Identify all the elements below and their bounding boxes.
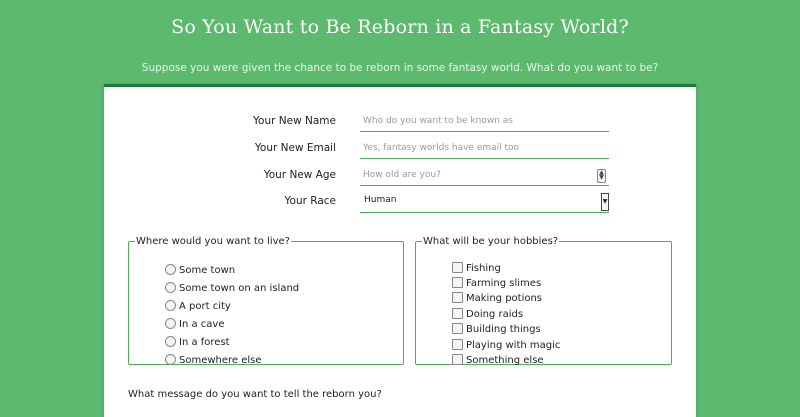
checkbox-icon[interactable] [452,262,463,273]
hobbies-fieldset: What will be your hobbies? Fishing Farmi… [415,236,672,366]
race-row: Your Race Human ▼ [104,191,696,215]
form-card: Your New Name Your New Email Your New Ag… [104,84,696,417]
page-title: So You Want to Be Reborn in a Fantasy Wo… [171,16,629,38]
checkbox-icon[interactable] [452,277,463,288]
radio-icon[interactable] [165,282,176,293]
checkbox-icon[interactable] [452,339,463,350]
checkbox-icon[interactable] [452,292,463,303]
radio-icon[interactable] [165,318,176,329]
checkbox-icon[interactable] [452,354,463,365]
email-input[interactable] [360,138,609,159]
race-select[interactable]: Human ▼ [360,191,609,213]
radio-icon[interactable] [165,336,176,347]
radio-icon[interactable] [165,354,176,365]
name-input[interactable] [360,111,609,132]
radio-icon[interactable] [165,264,176,275]
race-label: Your Race [284,195,337,207]
name-label: Your New Name [253,115,336,127]
radio-icon[interactable] [165,300,176,311]
age-row: Your New Age ▲▼ [104,165,696,189]
age-spinner[interactable]: ▲ ▼ [597,169,606,183]
message-label: What message do you want to tell the reb… [128,389,382,400]
chevron-down-icon[interactable]: ▼ [601,193,609,211]
age-input[interactable] [360,165,609,186]
checkbox-icon[interactable] [452,308,463,319]
hobbies-legend: What will be your hobbies? [423,236,559,247]
age-label: Your New Age [263,169,336,181]
page-subtitle: Suppose you were given the chance to be … [141,62,659,74]
race-selected-value: Human [364,195,397,205]
email-label: Your New Email [254,142,336,154]
email-row: Your New Email [104,138,696,162]
live-legend: Where would you want to live? [136,236,290,247]
live-fieldset: Where would you want to live? Some town … [128,236,404,366]
name-row: Your New Name [104,111,696,135]
checkbox-icon[interactable] [452,323,463,334]
